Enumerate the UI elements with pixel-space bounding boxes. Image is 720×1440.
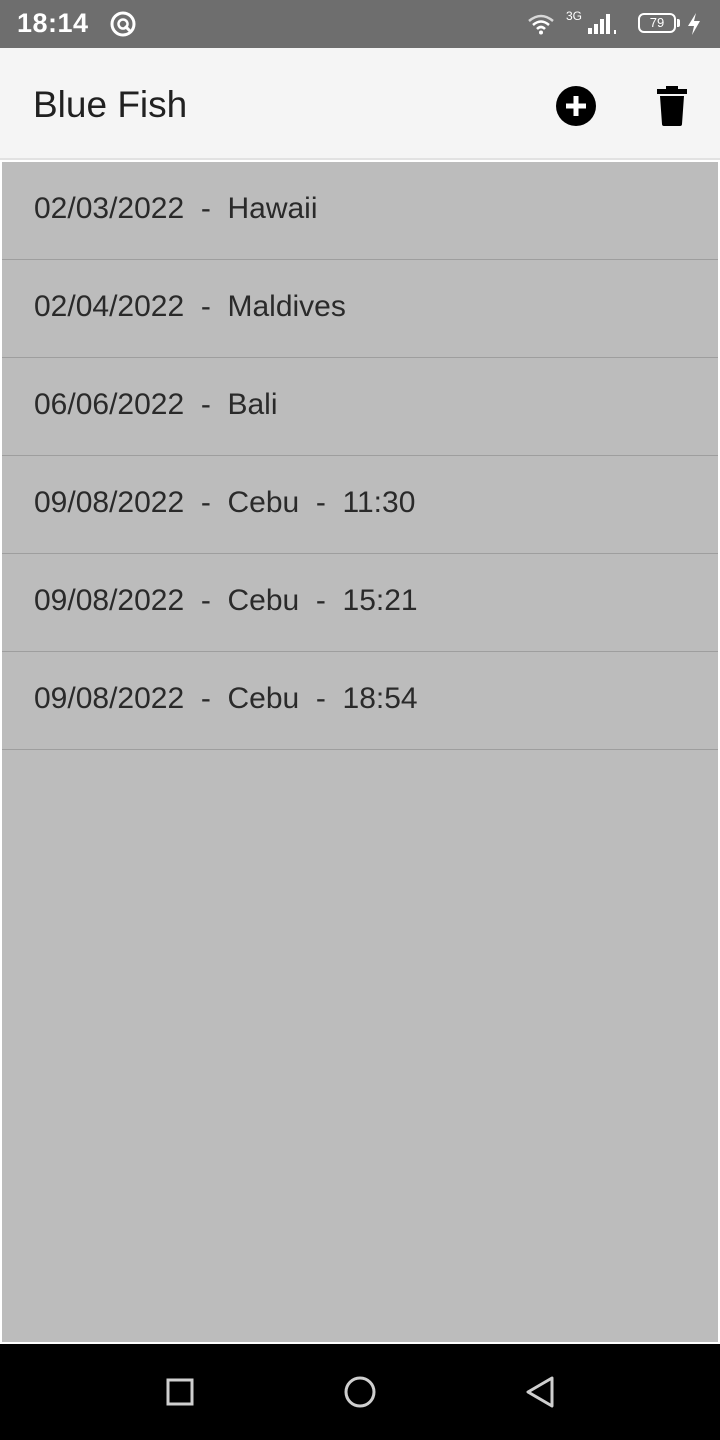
list-item[interactable]: 09/08/2022 - Cebu - 15:21 (2, 554, 718, 652)
recents-icon[interactable] (160, 1372, 200, 1412)
wifi-icon (528, 14, 554, 35)
battery-icon: 79 (638, 13, 676, 33)
list-item-label: 09/08/2022 - Cebu - 18:54 (34, 682, 418, 715)
list-item[interactable]: 02/04/2022 - Maldives (2, 260, 718, 358)
list-item-label: 06/06/2022 - Bali (34, 388, 278, 421)
list-item-label: 09/08/2022 - Cebu - 15:21 (34, 584, 418, 617)
battery-tip (677, 19, 680, 27)
list-item[interactable]: 02/03/2022 - Hawaii (2, 162, 718, 260)
network-type: 3G (566, 9, 583, 23)
list-item[interactable]: 09/08/2022 - Cebu - 11:30 (2, 456, 718, 554)
trash-icon[interactable] (650, 84, 694, 128)
charging-icon (688, 13, 700, 35)
system-nav-bar (0, 1344, 720, 1440)
list-item[interactable]: 09/08/2022 - Cebu - 18:54 (2, 652, 718, 750)
app-notification-icon (110, 11, 136, 37)
add-circle-icon[interactable] (554, 84, 598, 128)
page-title: Blue Fish (33, 84, 188, 125)
list-item-label: 02/03/2022 - Hawaii (34, 192, 318, 225)
signal-icon (588, 14, 616, 34)
list-item-label: 02/04/2022 - Maldives (34, 290, 346, 323)
status-time: 18:14 (17, 8, 89, 38)
back-icon[interactable] (520, 1372, 560, 1412)
trip-list: 02/03/2022 - Hawaii 02/04/2022 - Maldive… (2, 162, 718, 1342)
status-bar: 18:14 3G 79 (0, 0, 720, 48)
status-indicators: 3G 79 (520, 0, 720, 48)
home-icon[interactable] (340, 1372, 380, 1412)
app-bar: Blue Fish (0, 48, 720, 160)
list-item-label: 09/08/2022 - Cebu - 11:30 (34, 486, 416, 519)
list-item[interactable]: 06/06/2022 - Bali (2, 358, 718, 456)
